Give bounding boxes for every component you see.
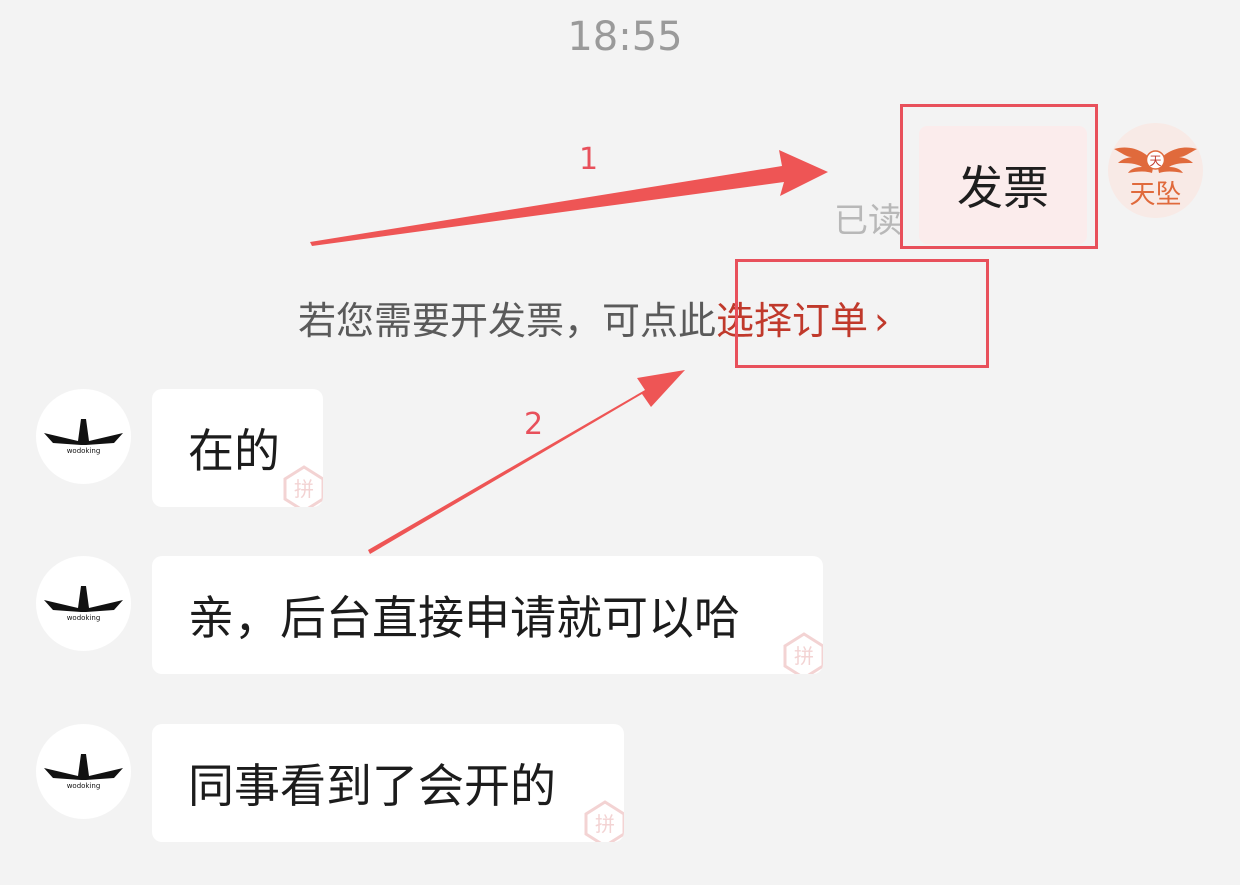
highlight-box-invoice-message [900, 104, 1098, 249]
watermark-text: 拼 [595, 812, 615, 836]
avatar-brand-text: 天坠 [1129, 180, 1181, 210]
incoming-message-text: 同事看到了会开的 [188, 759, 556, 813]
incoming-message-bubble[interactable]: 同事看到了会开的 拼 [152, 724, 624, 842]
shop-logo-text: wodoking [67, 447, 101, 455]
incoming-message-bubble[interactable]: 亲，后台直接申请就可以哈 拼 [152, 556, 823, 674]
arrow-icon [310, 150, 828, 246]
watermark-text: 拼 [294, 477, 314, 501]
invoice-notice-text: 若您需要开发票，可点此 [298, 299, 717, 343]
shop-logo-icon: wodoking [44, 419, 123, 455]
message-timestamp: 18:55 [567, 14, 683, 60]
shop-logo-icon: wodoking [44, 754, 123, 790]
avatar-badge-text: 天 [1149, 154, 1161, 168]
user-avatar[interactable]: 天 天坠 [1108, 123, 1203, 218]
incoming-message-text: 亲，后台直接申请就可以哈 [188, 591, 740, 645]
shop-logo-icon: wodoking [44, 586, 123, 622]
wings-logo-icon: 天 天坠 [1114, 147, 1197, 210]
shop-avatar[interactable]: wodoking [36, 389, 131, 484]
arrow-icon [368, 370, 685, 554]
shop-logo-text: wodoking [67, 614, 101, 622]
read-status: 已读 [834, 201, 902, 241]
incoming-message-bubble[interactable]: 在的 拼 [152, 389, 323, 507]
shop-avatar[interactable]: wodoking [36, 724, 131, 819]
watermark-icon: 拼 [283, 465, 323, 507]
incoming-message-text: 在的 [188, 424, 280, 478]
shop-avatar[interactable]: wodoking [36, 556, 131, 651]
watermark-text: 拼 [794, 644, 814, 668]
highlight-box-select-order [735, 259, 989, 368]
watermark-icon: 拼 [584, 800, 624, 842]
annotation-number-1: 1 [579, 142, 599, 177]
shop-logo-text: wodoking [67, 782, 101, 790]
annotation-number-2: 2 [524, 407, 544, 442]
watermark-icon: 拼 [783, 632, 823, 674]
